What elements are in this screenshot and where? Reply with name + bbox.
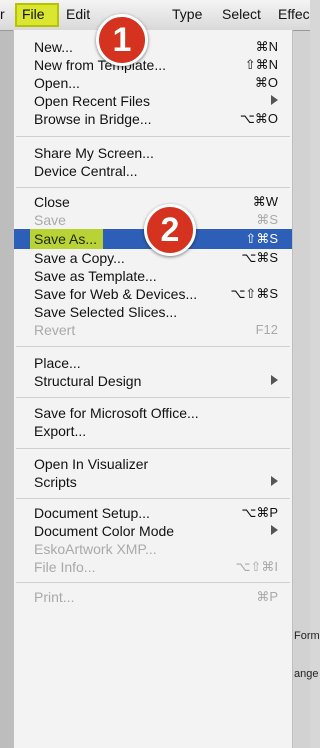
menu-separator [16,397,290,398]
menu-item-structural-design[interactable]: Structural Design [14,371,292,391]
menu-item-share-my-screen[interactable]: Share My Screen... [14,143,292,163]
menu-item-new[interactable]: New... ⌘N [14,37,292,57]
menu-bar: r File Edit Type Select Effec [0,0,310,31]
menu-separator [16,498,290,499]
menu-item-revert: Revert F12 [34,322,278,338]
menu-item-save-a-copy[interactable]: Save a Copy... ⌥⌘S [14,248,292,268]
submenu-arrow-icon [271,375,278,385]
menu-item-print: Print... ⌘P [34,589,278,605]
menu-item-device-central[interactable]: Device Central... [14,161,292,181]
background-left-edge [0,30,14,748]
menu-separator [16,582,290,583]
menu-item-open[interactable]: Open... ⌘O [14,73,292,93]
menu-item-save-as-template[interactable]: Save as Template... [14,266,292,286]
menubar-item-effect[interactable]: Effec [278,6,310,22]
menu-separator [16,448,290,449]
menu-item-document-color-mode[interactable]: Document Color Mode [14,521,292,541]
background-right-panel: Form ange [292,30,320,748]
menu-item-save-for-web-devices[interactable]: Save for Web & Devices... ⌥⇧⌘S [14,284,292,304]
menu-item-new-from-template[interactable]: New from Template... ⇧⌘N [14,55,292,75]
menu-separator [16,136,290,137]
menubar-item-file[interactable]: File [22,6,45,22]
menu-item-browse-in-bridge[interactable]: Browse in Bridge... ⌥⌘O [14,109,292,129]
step-badge-2: 2 [144,204,196,256]
menubar-item-previous[interactable]: r [0,6,5,22]
submenu-arrow-icon [271,95,278,105]
menu-item-scripts[interactable]: Scripts [14,472,292,492]
menu-item-eskoartwork-xmp: EskoArtwork XMP... [34,541,157,557]
menu-item-save-selected-slices[interactable]: Save Selected Slices... [14,302,292,322]
panel-label-range: ange [294,668,319,680]
panel-label-format: Form [294,630,320,642]
submenu-arrow-icon [271,525,278,535]
menubar-item-select[interactable]: Select [222,6,261,22]
menu-item-open-recent-files[interactable]: Open Recent Files [14,91,292,111]
submenu-arrow-icon [271,476,278,486]
menubar-item-edit[interactable]: Edit [66,6,90,22]
menu-item-export[interactable]: Export... [14,421,292,441]
menu-item-place[interactable]: Place... [14,353,292,373]
menu-item-file-info: File Info... ⌥⇧⌘I [34,559,278,575]
menu-item-open-in-visualizer[interactable]: Open In Visualizer [14,454,292,474]
menubar-item-type[interactable]: Type [172,6,202,22]
menu-separator [16,187,290,188]
menu-separator [16,346,290,347]
file-menu-dropdown: New... ⌘N New from Template... ⇧⌘N Open...… [14,30,292,748]
menu-item-document-setup[interactable]: Document Setup... ⌥⌘P [14,503,292,523]
menu-item-save-for-microsoft-office[interactable]: Save for Microsoft Office... [14,403,292,423]
step-badge-1: 1 [96,14,148,66]
